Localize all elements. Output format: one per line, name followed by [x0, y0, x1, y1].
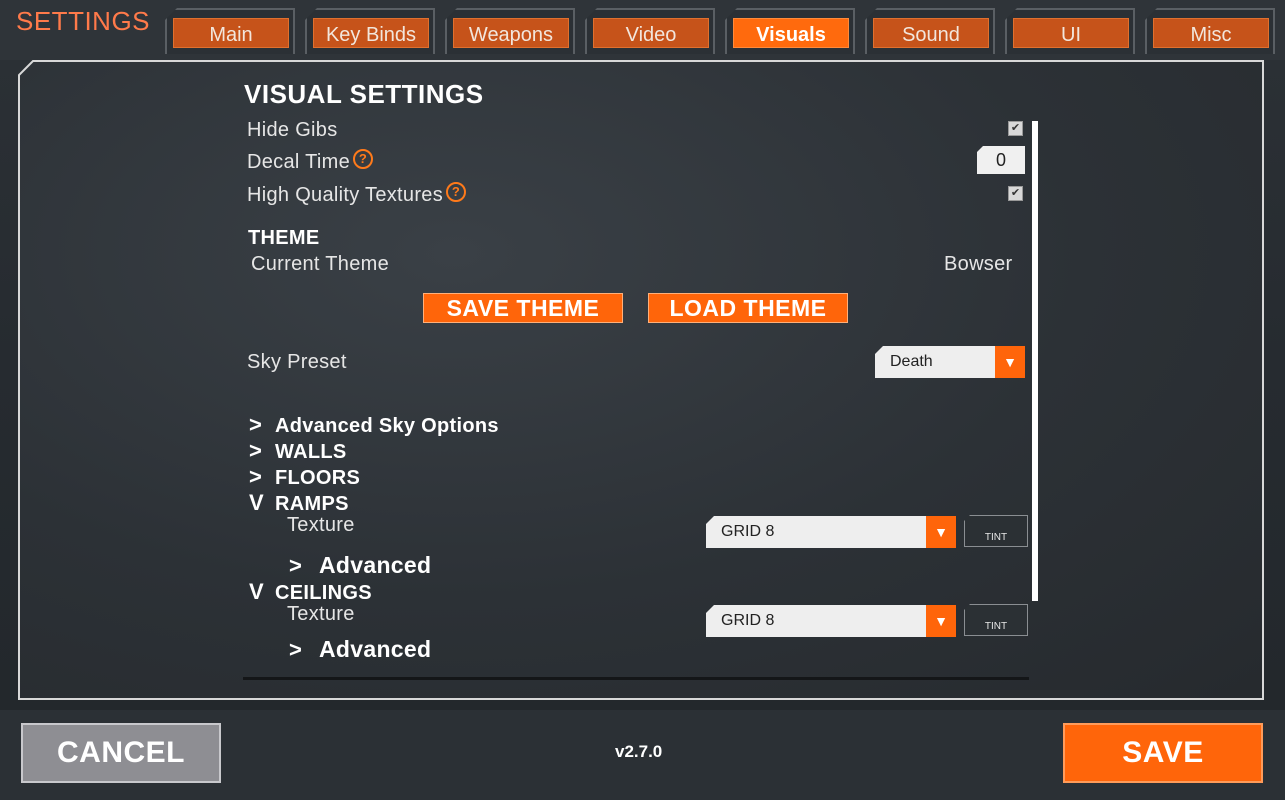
chevron-down-icon: V — [249, 490, 264, 515]
high-quality-textures-checkbox[interactable]: ✔ — [1008, 186, 1023, 201]
floors-label: FLOORS — [275, 467, 361, 489]
chevron-right-icon: > — [289, 637, 303, 662]
ceilings-toggle[interactable]: V CEILINGS — [249, 579, 372, 605]
ramps-texture-value: GRID 8 — [721, 523, 775, 540]
decal-time-label: Decal Time — [247, 151, 351, 173]
sky-preset-dropdown[interactable]: Death ▼ — [875, 346, 1025, 378]
advanced-sky-options-label: Advanced Sky Options — [275, 415, 499, 437]
current-theme-label: Current Theme — [251, 253, 390, 275]
high-quality-textures-row: High Quality Textures? — [247, 182, 467, 207]
chevron-down-icon: V — [249, 579, 264, 604]
ramps-advanced-label: Advanced — [319, 552, 432, 578]
floors-toggle[interactable]: > FLOORS — [249, 464, 360, 490]
ceilings-texture-value: GRID 8 — [721, 612, 775, 629]
ceilings-label: CEILINGS — [275, 582, 372, 604]
caret-down-icon: ▼ — [995, 346, 1025, 378]
save-theme-button[interactable]: SAVE THEME — [423, 293, 623, 323]
advanced-sky-options-toggle[interactable]: > Advanced Sky Options — [249, 412, 499, 438]
decal-time-input[interactable]: 0 — [977, 146, 1025, 174]
cancel-button[interactable]: CANCEL — [21, 723, 221, 783]
content-divider — [243, 677, 1029, 680]
sky-preset-label: Sky Preset — [247, 351, 347, 373]
question-circle-icon[interactable]: ? — [446, 182, 467, 202]
walls-toggle[interactable]: > WALLS — [249, 438, 347, 464]
ramps-toggle[interactable]: V RAMPS — [249, 490, 349, 516]
hide-gibs-checkbox[interactable]: ✔ — [1008, 121, 1023, 136]
ramps-advanced-toggle[interactable]: > Advanced — [289, 552, 431, 579]
ramps-tint-button[interactable]: TINT — [964, 515, 1028, 547]
ceilings-advanced-label: Advanced — [319, 636, 432, 662]
ceilings-texture-label: Texture — [287, 603, 355, 625]
save-button[interactable]: SAVE — [1063, 723, 1263, 783]
checkmark-icon: ✔ — [1010, 122, 1021, 134]
decal-time-row: Decal Time? — [247, 149, 374, 174]
caret-down-icon: ▼ — [926, 605, 956, 637]
ceilings-texture-dropdown[interactable]: GRID 8 ▼ — [706, 605, 956, 637]
hide-gibs-label: Hide Gibs — [247, 119, 338, 141]
checkmark-icon: ✔ — [1010, 187, 1021, 199]
ceilings-tint-button[interactable]: TINT — [964, 604, 1028, 636]
ramps-texture-dropdown[interactable]: GRID 8 ▼ — [706, 516, 956, 548]
ramps-texture-label: Texture — [287, 514, 355, 536]
chevron-right-icon: > — [289, 553, 303, 578]
question-circle-icon[interactable]: ? — [353, 149, 374, 169]
walls-label: WALLS — [275, 441, 347, 463]
chevron-right-icon: > — [249, 438, 263, 463]
caret-down-icon: ▼ — [926, 516, 956, 548]
theme-heading: THEME — [248, 227, 320, 249]
chevron-right-icon: > — [249, 412, 263, 437]
scrollbar[interactable] — [1032, 121, 1038, 601]
ceilings-advanced-toggle[interactable]: > Advanced — [289, 636, 431, 663]
chevron-right-icon: > — [249, 464, 263, 489]
ramps-label: RAMPS — [275, 493, 349, 515]
load-theme-button[interactable]: LOAD THEME — [648, 293, 848, 323]
version-label: v2.7.0 — [615, 742, 663, 761]
sky-preset-value: Death — [890, 353, 933, 370]
current-theme-value: Bowser — [944, 253, 1013, 275]
high-quality-textures-label: High Quality Textures — [247, 184, 444, 206]
visual-settings-heading: VISUAL SETTINGS — [244, 79, 484, 109]
